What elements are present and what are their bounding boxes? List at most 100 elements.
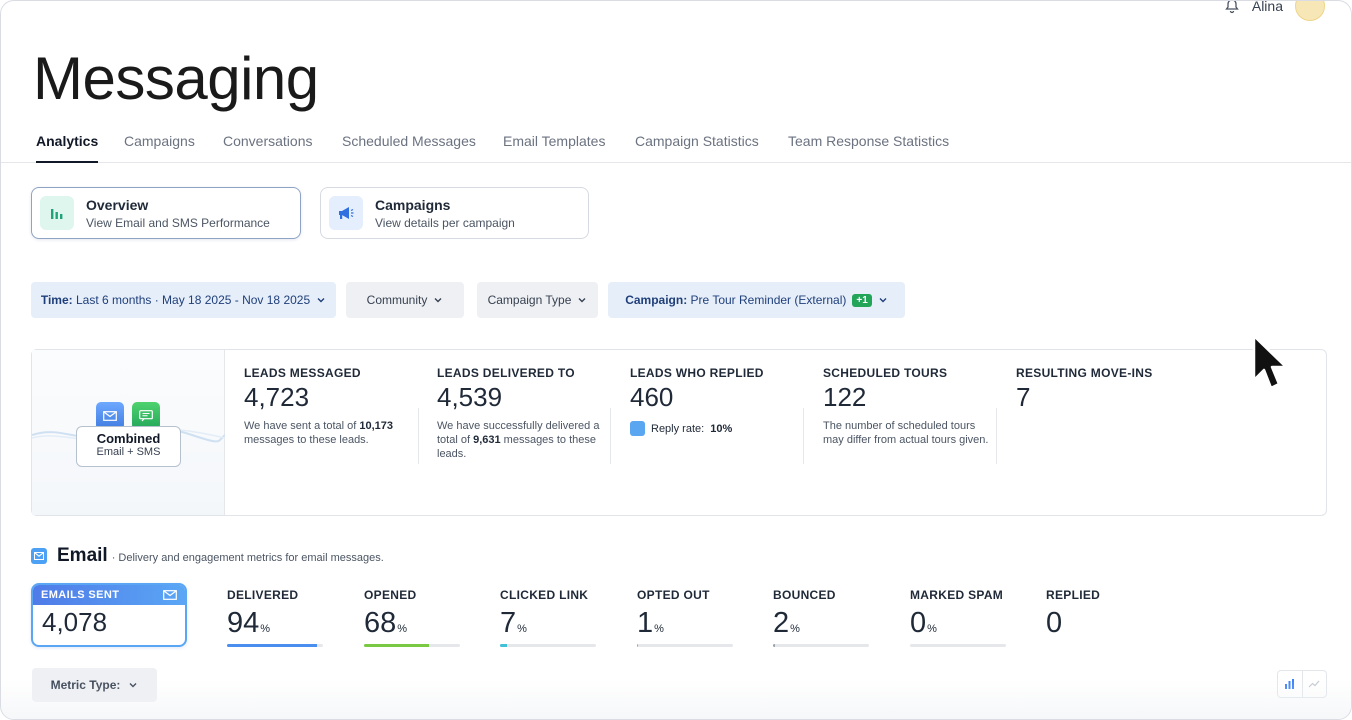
metric-value: 2% bbox=[773, 607, 800, 639]
stat-description: The number of scheduled tours may differ… bbox=[823, 420, 989, 447]
metric-type-dropdown[interactable]: Metric Type: bbox=[32, 668, 157, 702]
emails-sent-card[interactable]: EMAILS SENT 4,078 bbox=[31, 583, 187, 647]
metric-bar bbox=[227, 644, 323, 647]
metric-type-label: Metric Type: bbox=[50, 678, 121, 692]
email-section-subtitle: · Delivery and engagement metrics for em… bbox=[111, 552, 384, 564]
metric-value: 1% bbox=[637, 607, 664, 639]
combined-label-box: Combined Email + SMS bbox=[76, 426, 181, 467]
metric-bar bbox=[364, 644, 460, 647]
summary-panel: Combined Email + SMS LEADS MESSAGED 4,72… bbox=[31, 349, 1327, 516]
stat-label: LEADS DELIVERED TO bbox=[437, 366, 575, 380]
stat-label: RESULTING MOVE-INS bbox=[1016, 366, 1153, 380]
campaign-type-filter[interactable]: Campaign Type bbox=[477, 282, 598, 318]
tab-conversations[interactable]: Conversations bbox=[223, 133, 313, 149]
metric-opened[interactable]: OPENED 68% bbox=[364, 588, 460, 647]
stat-resulting-move-ins: RESULTING MOVE-INS 7 bbox=[1016, 366, 1188, 411]
community-filter[interactable]: Community bbox=[346, 282, 464, 318]
time-filter-label: Time: bbox=[40, 293, 73, 307]
stat-label: SCHEDULED TOURS bbox=[823, 366, 948, 380]
combined-title: Combined bbox=[96, 431, 161, 446]
divider bbox=[418, 408, 419, 464]
metric-label: OPENED bbox=[364, 588, 417, 602]
metric-bar bbox=[910, 644, 1006, 647]
metric-label: MARKED SPAM bbox=[910, 588, 1004, 602]
metric-replied[interactable]: REPLIED 0 bbox=[1046, 588, 1142, 640]
metric-label: CLICKED LINK bbox=[500, 588, 589, 602]
tab-campaigns[interactable]: Campaigns bbox=[124, 133, 195, 149]
tab-email-templates[interactable]: Email Templates bbox=[503, 133, 605, 149]
stat-value: 460 bbox=[630, 382, 674, 412]
metric-bounced[interactable]: BOUNCED 2% bbox=[773, 588, 869, 647]
metric-value: 0% bbox=[910, 607, 937, 639]
tab-bar: Analytics Campaigns Conversations Schedu… bbox=[1, 119, 1351, 163]
reply-rate-value: 10% bbox=[710, 422, 733, 435]
campaign-filter[interactable]: Campaign: Pre Tour Reminder (External) +… bbox=[608, 282, 905, 318]
email-icon bbox=[31, 548, 47, 564]
campaigns-card-title: Campaigns bbox=[375, 196, 451, 213]
metric-label: OPTED OUT bbox=[637, 588, 710, 602]
reply-rate: Reply rate: 10% bbox=[630, 421, 802, 437]
divider bbox=[610, 408, 611, 464]
combined-panel: Combined Email + SMS bbox=[32, 350, 225, 515]
stat-leads-delivered: LEADS DELIVERED TO 4,539 We have success… bbox=[437, 366, 609, 461]
chevron-down-icon bbox=[578, 298, 586, 303]
chevron-down-icon bbox=[129, 683, 137, 688]
chevron-down-icon bbox=[317, 298, 325, 303]
time-filter-value: Last 6 months · May 18 2025 - Nov 18 202… bbox=[76, 293, 311, 307]
bottom-fade bbox=[1, 679, 1351, 719]
combined-subtitle: Email + SMS bbox=[96, 446, 161, 458]
stat-leads-replied: LEADS WHO REPLIED 460 Reply rate: 10% bbox=[630, 366, 802, 437]
campaign-type-filter-label: Campaign Type bbox=[487, 293, 572, 307]
metric-label: BOUNCED bbox=[773, 588, 836, 602]
metric-marked-spam[interactable]: MARKED SPAM 0% bbox=[910, 588, 1006, 647]
page-title: Messaging bbox=[33, 45, 319, 112]
metric-clicked-link[interactable]: CLICKED LINK 7% bbox=[500, 588, 596, 647]
reply-rate-label: Reply rate: bbox=[651, 422, 705, 435]
metric-bar bbox=[637, 644, 733, 647]
metric-bar-fill bbox=[500, 644, 507, 647]
bar-chart-icon bbox=[1285, 679, 1295, 689]
mouse-cursor-icon bbox=[1252, 334, 1288, 390]
overview-subtitle: View Email and SMS Performance bbox=[86, 215, 270, 230]
user-menu[interactable]: Alina bbox=[1224, 0, 1325, 21]
avatar[interactable] bbox=[1295, 1, 1325, 21]
overview-title: Overview bbox=[86, 196, 149, 213]
stat-value: 4,723 bbox=[244, 382, 310, 412]
campaign-count-badge: +1 bbox=[852, 293, 872, 307]
line-chart-toggle[interactable] bbox=[1301, 671, 1326, 697]
reply-icon bbox=[630, 421, 645, 437]
campaign-filter-value: Pre Tour Reminder (External) bbox=[690, 293, 847, 307]
email-section-header: Email · Delivery and engagement metrics … bbox=[31, 545, 384, 567]
chevron-down-icon bbox=[879, 298, 887, 303]
tab-campaign-statistics[interactable]: Campaign Statistics bbox=[635, 133, 759, 149]
megaphone-icon bbox=[329, 196, 363, 230]
email-section-title: Email bbox=[57, 545, 108, 566]
user-name[interactable]: Alina bbox=[1252, 1, 1283, 14]
metric-opted-out[interactable]: OPTED OUT 1% bbox=[637, 588, 733, 647]
stat-description: We have successfully delivered a total o… bbox=[437, 420, 600, 461]
metric-label: REPLIED bbox=[1046, 588, 1101, 602]
metric-value: 0 bbox=[1046, 607, 1063, 639]
tab-team-response-statistics[interactable]: Team Response Statistics bbox=[788, 133, 949, 149]
stat-description: We have sent a total of 10,173 messages … bbox=[244, 420, 394, 447]
bar-chart-icon bbox=[40, 196, 74, 230]
community-filter-label: Community bbox=[366, 293, 428, 307]
metric-bar-fill bbox=[364, 644, 430, 647]
overview-view-card[interactable]: Overview View Email and SMS Performance bbox=[31, 187, 301, 239]
campaigns-card-subtitle: View details per campaign bbox=[375, 215, 515, 230]
metric-delivered[interactable]: DELIVERED 94% bbox=[227, 588, 323, 647]
bar-chart-toggle[interactable] bbox=[1278, 671, 1302, 697]
tab-analytics[interactable]: Analytics bbox=[36, 133, 99, 163]
stat-leads-messaged: LEADS MESSAGED 4,723 We have sent a tota… bbox=[244, 366, 416, 447]
bell-icon[interactable] bbox=[1224, 0, 1240, 14]
tab-scheduled-messages[interactable]: Scheduled Messages bbox=[342, 133, 476, 149]
stat-value: 4,539 bbox=[437, 382, 503, 412]
time-filter[interactable]: Time: Last 6 months · May 18 2025 - Nov … bbox=[31, 282, 336, 318]
metric-label: DELIVERED bbox=[227, 588, 299, 602]
emails-sent-label: EMAILS SENT bbox=[41, 589, 120, 601]
campaigns-view-card[interactable]: Campaigns View details per campaign bbox=[320, 187, 589, 239]
divider bbox=[803, 408, 804, 464]
email-icon bbox=[163, 590, 177, 600]
metric-bar bbox=[500, 644, 596, 647]
metric-value: 94% bbox=[227, 607, 271, 639]
